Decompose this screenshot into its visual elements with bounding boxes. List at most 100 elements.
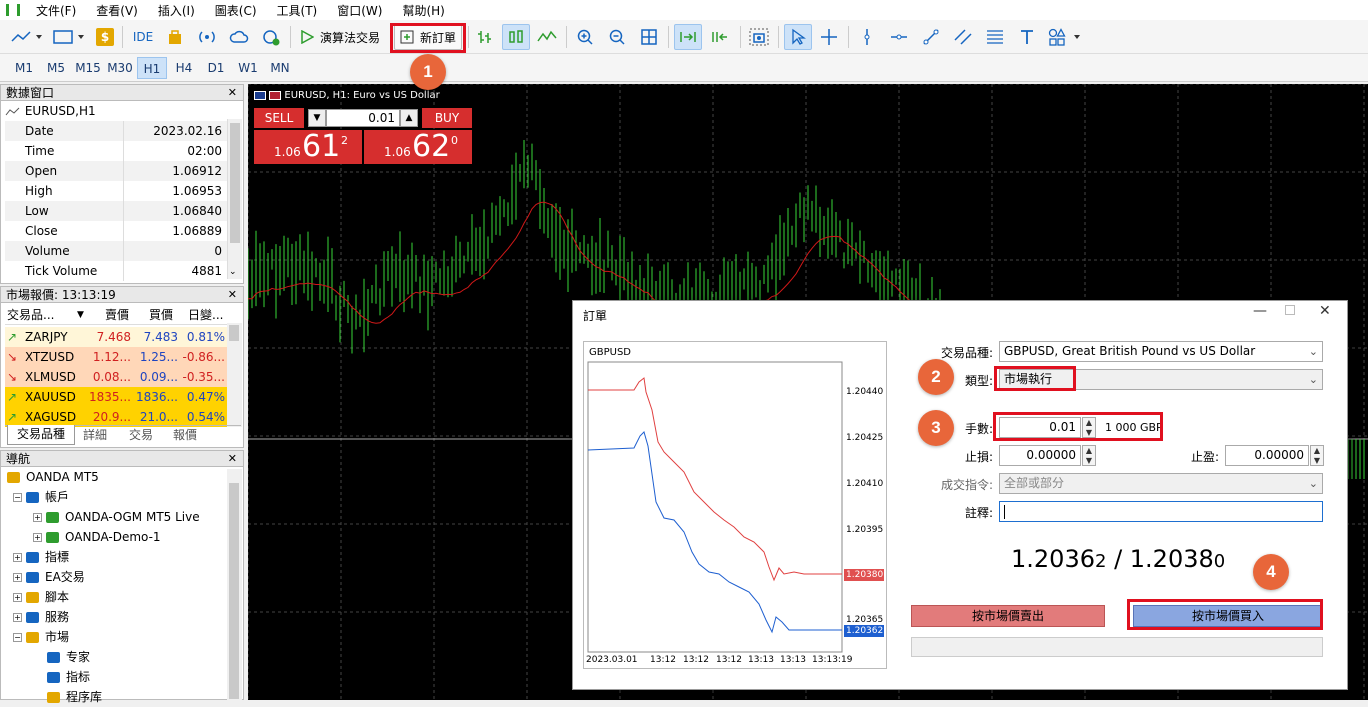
expand-icon[interactable]: + xyxy=(13,573,22,582)
menu-view[interactable]: 查看(V) xyxy=(86,2,148,19)
timeframe-m30[interactable]: M30 xyxy=(105,57,135,79)
buy-button[interactable]: BUY xyxy=(422,108,472,128)
timeframe-h1[interactable]: H1 xyxy=(137,57,167,79)
navigator-item[interactable]: OANDA MT5 xyxy=(7,467,99,487)
lot-decrease-icon[interactable]: ▼ xyxy=(308,109,326,127)
navigator-item[interactable]: + EA交易 xyxy=(13,567,85,587)
tab-details[interactable]: 詳細 xyxy=(83,426,107,444)
maximize-icon[interactable] xyxy=(1285,305,1295,315)
close-icon[interactable]: ✕ xyxy=(228,451,237,467)
sell-by-market-button[interactable]: 按市場價賣出 xyxy=(911,605,1105,627)
market-watch-row[interactable]: ↘ XLMUSD 0.08... 0.09... -0.35... xyxy=(5,367,227,387)
crosshair-icon[interactable] xyxy=(816,24,842,50)
menu-tools[interactable]: 工具(T) xyxy=(267,2,328,19)
timeframe-w1[interactable]: W1 xyxy=(233,57,263,79)
stop-loss-stepper[interactable]: ▲ ▼ xyxy=(1082,445,1096,466)
navigator-item[interactable]: − 帳戶 xyxy=(13,487,69,507)
timeframe-m5[interactable]: M5 xyxy=(41,57,71,79)
menu-file[interactable]: 文件(F) xyxy=(26,2,86,19)
channel-icon[interactable] xyxy=(950,24,976,50)
market-watch-row[interactable]: ↗ XAGUSD 20.9... 21.0... 0.54% xyxy=(5,407,227,427)
menu-help[interactable]: 幫助(H) xyxy=(392,2,454,19)
vps-cloud-icon[interactable] xyxy=(226,24,252,50)
trend-line-icon[interactable] xyxy=(918,24,944,50)
comment-input[interactable] xyxy=(999,501,1323,522)
navigator-item[interactable]: 专家 xyxy=(33,647,90,667)
expand-icon[interactable]: + xyxy=(33,513,42,522)
cursor-icon[interactable] xyxy=(784,24,812,50)
col-ask[interactable]: 買價 xyxy=(149,305,173,325)
buy-price-box[interactable]: 1.06 62 0 xyxy=(364,130,472,164)
fill-policy-select[interactable]: 全部或部分 ⌄ xyxy=(999,473,1323,494)
lot-input[interactable]: 0.01 xyxy=(326,109,400,127)
vertical-line-icon[interactable] xyxy=(854,24,880,50)
sell-button[interactable]: SELL xyxy=(254,108,304,128)
expand-icon[interactable]: + xyxy=(33,533,42,542)
navigator-item[interactable]: + 服務 xyxy=(13,607,69,627)
payments-icon[interactable]: $ xyxy=(94,24,116,50)
bar-chart-icon[interactable] xyxy=(472,24,498,50)
tab-symbols[interactable]: 交易品種 xyxy=(7,425,75,445)
navigator-item[interactable]: 程序库 xyxy=(33,687,102,707)
navigator-item[interactable]: + 腳本 xyxy=(13,587,69,607)
expand-icon[interactable]: + xyxy=(13,553,22,562)
col-bid[interactable]: 賣價 xyxy=(105,305,129,325)
take-profit-input[interactable]: 0.00000 xyxy=(1225,445,1309,466)
market-watch-row[interactable]: ↘ XTZUSD 1.12... 1.25... -0.86... xyxy=(5,347,227,367)
lot-increase-icon[interactable]: ▲ xyxy=(400,109,418,127)
symbol-select[interactable]: GBPUSD, Great British Pound vs US Dollar… xyxy=(999,341,1323,362)
expand-icon[interactable]: + xyxy=(13,593,22,602)
navigator-item[interactable]: 指标 xyxy=(33,667,90,687)
minimize-icon[interactable]: — xyxy=(1253,303,1267,319)
chart-templates-icon[interactable] xyxy=(50,24,88,50)
navigator-item[interactable]: + OANDA-OGM MT5 Live xyxy=(33,507,200,527)
zoom-out-icon[interactable] xyxy=(604,24,630,50)
zoom-in-icon[interactable] xyxy=(572,24,598,50)
timeframe-mn[interactable]: MN xyxy=(265,57,295,79)
community-globe-icon[interactable] xyxy=(258,24,284,50)
algo-trading-button[interactable]: 演算法交易 xyxy=(296,24,384,50)
timeframe-m15[interactable]: M15 xyxy=(73,57,103,79)
market-watch-scrollbar[interactable] xyxy=(227,323,242,427)
close-icon[interactable]: ✕ xyxy=(1319,303,1331,319)
menu-window[interactable]: 窗口(W) xyxy=(327,2,392,19)
navigator-item[interactable]: + OANDA-Demo-1 xyxy=(33,527,161,547)
tab-ticks[interactable]: 報價 xyxy=(173,426,197,444)
grid-icon[interactable] xyxy=(636,24,662,50)
take-profit-stepper[interactable]: ▲ ▼ xyxy=(1310,445,1324,466)
expand-icon[interactable]: + xyxy=(13,613,22,622)
navigator-item[interactable]: + 指標 xyxy=(13,547,69,567)
screenshot-icon[interactable] xyxy=(746,24,772,50)
close-icon[interactable]: ✕ xyxy=(228,287,237,303)
timeframe-h4[interactable]: H4 xyxy=(169,57,199,79)
shapes-icon[interactable] xyxy=(1046,24,1086,50)
tab-trading[interactable]: 交易 xyxy=(129,426,153,444)
market-watch-row[interactable]: ↗ XAUUSD 1835... 1836... 0.47% xyxy=(5,387,227,407)
navigator-item[interactable]: − 市場 xyxy=(13,627,69,647)
data-window-scrollbar[interactable]: ⌄ xyxy=(227,119,242,279)
ide-button[interactable]: IDE xyxy=(128,24,158,50)
text-tool-icon[interactable] xyxy=(1014,24,1040,50)
autoscroll-icon[interactable] xyxy=(674,24,702,50)
col-symbol[interactable]: 交易品... xyxy=(7,305,54,325)
timeframe-m1[interactable]: M1 xyxy=(9,57,39,79)
chart-shift-icon[interactable] xyxy=(706,24,734,50)
market-bag-icon[interactable] xyxy=(162,24,188,50)
menu-charts[interactable]: 圖表(C) xyxy=(205,2,267,19)
sell-price-box[interactable]: 1.06 61 2 xyxy=(254,130,362,164)
line-chart-icon[interactable] xyxy=(534,24,560,50)
fibonacci-icon[interactable] xyxy=(982,24,1008,50)
expand-icon[interactable]: − xyxy=(13,633,22,642)
expand-icon[interactable]: − xyxy=(13,493,22,502)
menu-insert[interactable]: 插入(I) xyxy=(148,2,205,19)
stop-loss-input[interactable]: 0.00000 xyxy=(999,445,1081,466)
timeframe-d1[interactable]: D1 xyxy=(201,57,231,79)
market-watch-row[interactable]: ↗ ZARJPY 7.468 7.483 0.81% xyxy=(5,327,227,347)
close-icon[interactable]: ✕ xyxy=(228,85,237,101)
candlestick-icon[interactable] xyxy=(502,24,530,50)
horizontal-line-icon[interactable] xyxy=(886,24,912,50)
signals-icon[interactable] xyxy=(194,24,220,50)
chart-type-icon[interactable] xyxy=(8,24,46,50)
col-change[interactable]: 日變... xyxy=(188,305,223,325)
navigator-scrollbar[interactable] xyxy=(227,469,242,701)
